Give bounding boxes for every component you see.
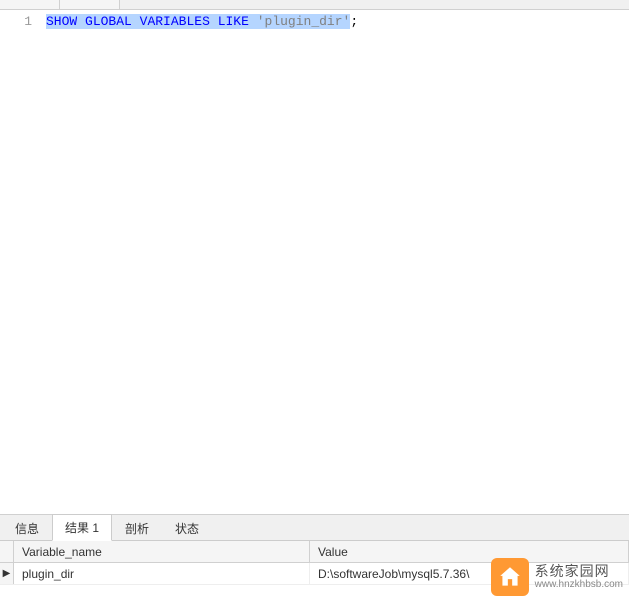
sql-terminator: ; — [350, 14, 358, 29]
grid-corner — [0, 541, 14, 562]
toolbar-segment — [60, 0, 120, 9]
sql-editor[interactable]: 1 SHOW GLOBAL VARIABLES LIKE 'plugin_dir… — [0, 10, 629, 514]
sql-string: 'plugin_dir' — [257, 14, 351, 29]
table-row[interactable]: ▶ plugin_dir D:\softwareJob\mysql5.7.36\ — [0, 563, 629, 585]
tab-result[interactable]: 结果 1 — [52, 514, 112, 541]
column-header-value[interactable]: Value — [310, 541, 629, 562]
sql-keyword: SHOW — [46, 14, 77, 29]
code-content[interactable]: SHOW GLOBAL VARIABLES LIKE 'plugin_dir'; — [40, 10, 629, 514]
toolbar-segment — [0, 0, 60, 9]
results-panel: 信息 结果 1 剖析 状态 Variable_name Value ▶ plug… — [0, 514, 629, 585]
row-indicator-icon: ▶ — [0, 563, 14, 584]
cell-variable-name[interactable]: plugin_dir — [14, 563, 310, 584]
grid-header: Variable_name Value — [0, 541, 629, 563]
top-toolbar — [0, 0, 629, 10]
cell-value[interactable]: D:\softwareJob\mysql5.7.36\ — [310, 563, 629, 584]
sql-keyword: LIKE — [218, 14, 249, 29]
column-header-variable-name[interactable]: Variable_name — [14, 541, 310, 562]
sql-keyword: VARIABLES — [140, 14, 210, 29]
result-tabs: 信息 结果 1 剖析 状态 — [0, 515, 629, 541]
tab-analysis[interactable]: 剖析 — [112, 515, 162, 541]
tab-info[interactable]: 信息 — [2, 515, 52, 541]
line-number: 1 — [0, 14, 32, 29]
line-gutter: 1 — [0, 10, 40, 514]
tab-status[interactable]: 状态 — [162, 515, 212, 541]
result-grid: Variable_name Value ▶ plugin_dir D:\soft… — [0, 541, 629, 585]
sql-keyword: GLOBAL — [85, 14, 132, 29]
